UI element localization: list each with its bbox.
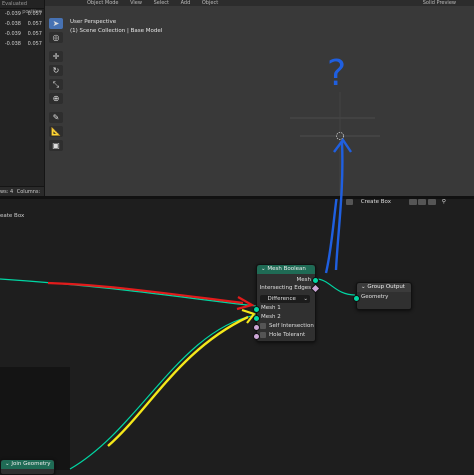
chevron-down-icon: ⌄ [303,296,308,302]
yellow-annotation [107,315,249,447]
hole-tolerant-checkbox[interactable] [260,332,266,338]
table-row[interactable]: -0.039 0.057 [0,29,44,39]
geometry-input-label: Geometry [361,294,389,300]
mesh-boolean-title[interactable]: ⌄ Mesh Boolean [257,265,315,274]
cell: -0.039 [4,31,21,37]
viewport-scene: ? [290,53,380,195]
self-intersection-checkbox[interactable] [260,323,266,329]
link-mesh2 [69,314,257,470]
cell: 0.057 [27,11,42,17]
intersecting-edges-label: Intersecting Edges [259,285,311,291]
mesh1-input-label: Mesh 1 [261,305,281,311]
link-mesh1 [0,278,257,307]
boolean-mode-value: Difference [267,296,296,302]
cell: -0.038 [4,41,21,47]
table-row[interactable]: -0.038 0.057 [0,19,44,29]
hole-tolerant-socket[interactable] [253,333,260,340]
join-geometry-title[interactable]: ⌄ Join Geometry [1,460,54,469]
cell: -0.038 [4,21,21,27]
mesh-boolean-node[interactable]: ⌄ Mesh Boolean Mesh Intersecting Edges D… [253,264,321,342]
rows-count: ws: 4 [0,189,14,195]
self-intersection-label: Self Intersection [269,323,314,329]
join-geometry-title-text: Join Geometry [11,461,51,467]
geometry-input-socket[interactable] [353,295,360,302]
group-output-title[interactable]: ⌄ Group Output [357,283,411,292]
spreadsheet-header: Evaluated position [0,0,44,15]
columns-label: Columns: [16,189,41,195]
hole-tolerant-label: Hole Tolerant [269,332,306,338]
cell: 0.057 [27,41,42,47]
collapse-icon[interactable]: ⌄ [261,266,266,272]
link-output [315,278,356,296]
boolean-mode-dropdown[interactable]: Difference ⌄ [260,295,310,303]
evaluated-label: Evaluated [2,1,28,7]
node-links [0,199,356,470]
cell: 0.057 [27,31,42,37]
mesh-output-label: Mesh [296,277,311,283]
table-row[interactable]: -0.038 0.057 [0,39,44,49]
group-output-title-text: Group Output [367,284,405,290]
spreadsheet-panel: Evaluated position -0.039 0.057 -0.038 0.0… [0,0,45,196]
collapse-icon[interactable]: ⌄ [361,284,366,290]
cell: 0.057 [27,21,42,27]
join-geometry-node[interactable]: ⌄ Join Geometry [0,459,55,475]
cell: -0.039 [4,11,21,17]
mesh2-input-label: Mesh 2 [261,314,281,320]
table-row[interactable]: -0.039 0.057 [0,9,44,19]
question-mark-annotation: ? [327,53,346,94]
blue-annotation-upper [333,137,352,270]
collapse-icon[interactable]: ⌄ [5,461,10,467]
mesh1-input-socket[interactable] [253,306,260,313]
self-intersection-socket[interactable] [253,324,260,331]
mesh2-input-socket[interactable] [253,315,260,322]
mesh-boolean-title-text: Mesh Boolean [267,266,306,272]
group-output-node[interactable]: ⌄ Group Output Geometry [353,282,412,310]
